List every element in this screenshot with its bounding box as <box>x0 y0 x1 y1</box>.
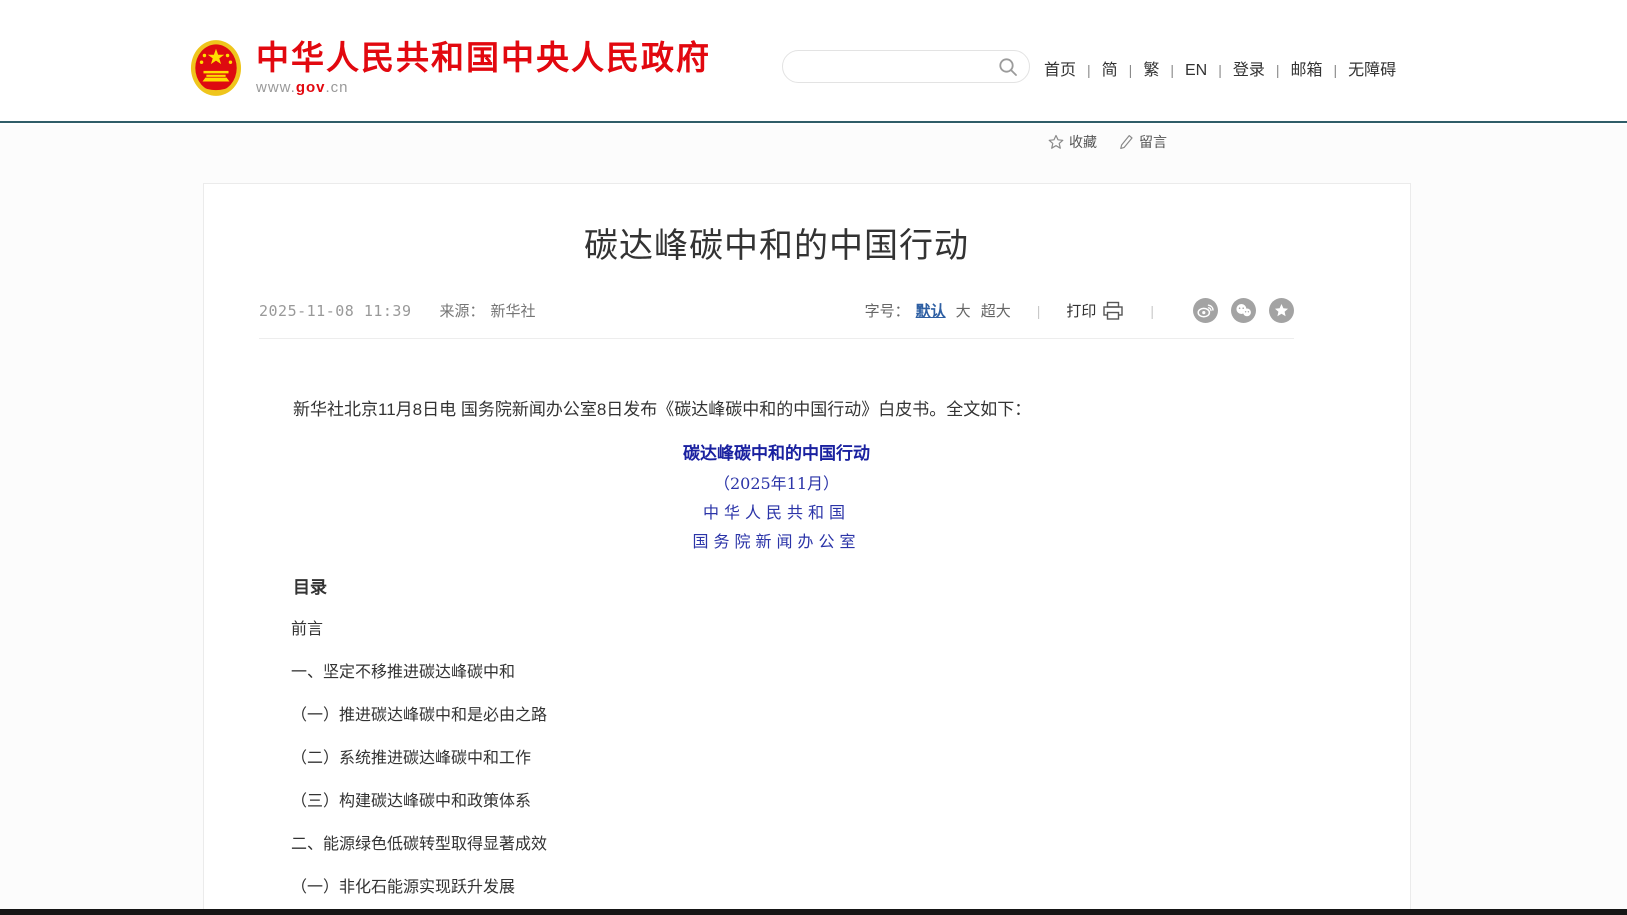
toc-item: （三）构建碳达峰碳中和政策体系 <box>259 793 1294 810</box>
nav-link[interactable]: 繁 <box>1118 62 1160 79</box>
toc-item: （二）系统推进碳达峰碳中和工作 <box>259 750 1294 767</box>
page: 中华人民共和国中央人民政府 www.gov.cn 首页简繁EN登录邮箱无障碍 收… <box>0 0 1627 915</box>
toc-item: （一）非化石能源实现跃升发展 <box>259 879 1294 896</box>
article-meta-row: 2025-11-08 11:39 来源： 新华社 字号： 默认 大 超大 | 打… <box>259 298 1294 339</box>
site-url: www.gov.cn <box>256 79 711 96</box>
qzone-star-share-icon[interactable] <box>1269 298 1294 323</box>
main-nav: 首页简繁EN登录邮箱无障碍 <box>1044 56 1396 80</box>
message-label: 留言 <box>1139 132 1167 152</box>
font-size-large-button[interactable]: 大 <box>956 300 971 321</box>
toc-item: 一、坚定不移推进碳达峰碳中和 <box>259 664 1294 681</box>
nav-link[interactable]: 无障碍 <box>1323 62 1397 79</box>
document-date: （2025年11月） <box>259 473 1294 495</box>
pencil-icon <box>1119 134 1134 150</box>
document-author-line2: 国务院新闻办公室 <box>259 531 1294 553</box>
print-button[interactable]: 打印 <box>1066 300 1096 321</box>
content-area: 收藏 留言 碳达峰碳中和的中国行动 2025-11-08 11:39 来源： 新… <box>0 125 1627 915</box>
nav-link[interactable]: EN <box>1159 62 1207 79</box>
nav-link[interactable]: 邮箱 <box>1265 62 1323 79</box>
site-brand[interactable]: 中华人民共和国中央人民政府 www.gov.cn <box>190 38 711 98</box>
nav-link[interactable]: 首页 <box>1044 62 1076 79</box>
document-title: 碳达峰碳中和的中国行动 <box>259 442 1294 466</box>
bottom-edge-bar <box>0 909 1627 915</box>
document-author-line1: 中华人民共和国 <box>259 502 1294 524</box>
toc-item: 前言 <box>259 621 1294 638</box>
toc-item: （一）推进碳达峰碳中和是必由之路 <box>259 707 1294 724</box>
source-label: 来源： <box>440 300 485 321</box>
site-title: 中华人民共和国中央人民政府 <box>256 40 711 76</box>
toc-list: 前言一、坚定不移推进碳达峰碳中和 （一）推进碳达峰碳中和是必由之路 （二）系统推进碳… <box>259 621 1294 896</box>
nav-link[interactable]: 简 <box>1076 62 1118 79</box>
message-link[interactable]: 留言 <box>1119 132 1167 152</box>
publish-date: 2025-11-08 11:39 <box>259 302 412 320</box>
site-header: 中华人民共和国中央人民政府 www.gov.cn 首页简繁EN登录邮箱无障碍 <box>0 0 1627 123</box>
font-size-default-button[interactable]: 默认 <box>916 300 946 321</box>
weibo-share-icon[interactable] <box>1193 298 1218 323</box>
search-box[interactable] <box>782 50 1030 83</box>
star-outline-icon <box>1048 134 1064 150</box>
toc-title: 目录 <box>259 579 1294 596</box>
favorite-label: 收藏 <box>1069 132 1097 152</box>
divider: | <box>1037 303 1041 319</box>
source-value[interactable]: 新华社 <box>491 300 536 321</box>
divider: | <box>1150 303 1154 319</box>
article-action-row: 收藏 留言 <box>1048 132 1167 152</box>
article-body: 新华社北京11月8日电 国务院新闻办公室8日发布《碳达峰碳中和的中国行动》白皮书… <box>259 395 1294 896</box>
printer-icon[interactable] <box>1102 301 1124 321</box>
article-title: 碳达峰碳中和的中国行动 <box>259 222 1294 270</box>
nav-link[interactable]: 登录 <box>1207 62 1265 79</box>
article-card: 碳达峰碳中和的中国行动 2025-11-08 11:39 来源： 新华社 字号：… <box>203 183 1411 915</box>
wechat-share-icon[interactable] <box>1231 298 1256 323</box>
search-input[interactable] <box>799 59 997 75</box>
national-emblem-logo <box>190 38 242 98</box>
favorite-link[interactable]: 收藏 <box>1048 132 1097 152</box>
search-icon[interactable] <box>997 56 1019 78</box>
font-size-label: 字号： <box>865 300 910 321</box>
font-size-xlarge-button[interactable]: 超大 <box>981 300 1011 321</box>
toc-item: 二、能源绿色低碳转型取得显著成效 <box>259 836 1294 853</box>
lead-paragraph: 新华社北京11月8日电 国务院新闻办公室8日发布《碳达峰碳中和的中国行动》白皮书… <box>259 395 1294 424</box>
